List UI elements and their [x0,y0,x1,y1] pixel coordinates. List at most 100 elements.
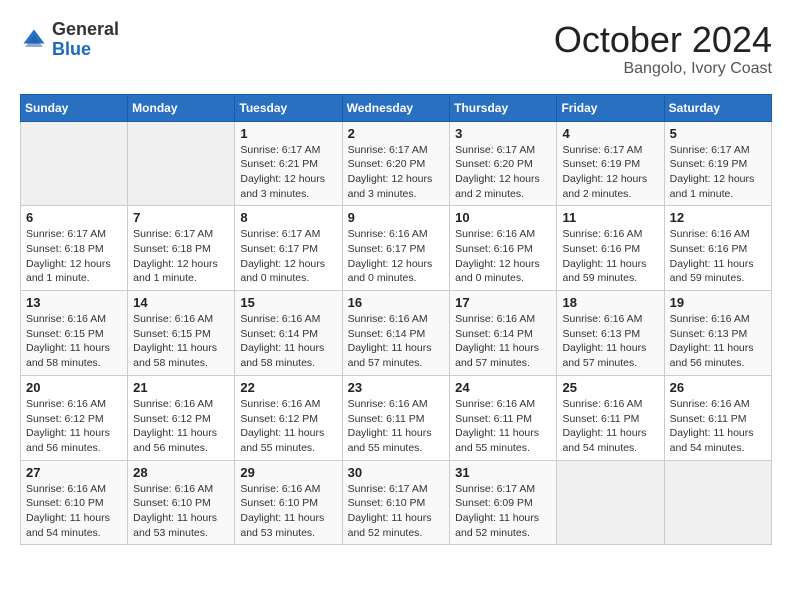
calendar-cell: 11Sunrise: 6:16 AM Sunset: 6:16 PM Dayli… [557,206,664,291]
day-info: Sunrise: 6:16 AM Sunset: 6:12 PM Dayligh… [26,397,122,456]
day-number: 25 [562,380,658,395]
calendar-week-1: 1 Sunrise: 6:17 AM Sunset: 6:21 PM Daylig… [21,121,772,206]
day-info: Sunrise: 6:17 AM Sunset: 6:18 PM Dayligh… [133,227,229,286]
day-info: Sunrise: 6:16 AM Sunset: 6:15 PM Dayligh… [26,312,122,371]
day-number: 29 [240,465,336,480]
calendar-header-thursday: Thursday [450,94,557,121]
day-number: 5 [670,126,766,141]
day-info: Sunrise: 6:17 AM Sunset: 6:09 PM Dayligh… [455,482,551,541]
logo-text: General Blue [52,20,119,60]
day-number: 4 [562,126,658,141]
day-info: Sunrise: 6:16 AM Sunset: 6:17 PM Dayligh… [348,227,445,286]
calendar-cell: 2 Sunrise: 6:17 AM Sunset: 6:20 PM Daylig… [342,121,450,206]
day-info: Sunrise: 6:16 AM Sunset: 6:11 PM Dayligh… [348,397,445,456]
calendar-cell: 26 Sunrise: 6:16 AM Sunset: 6:11 PM Dayli… [664,375,771,460]
calendar-cell [557,460,664,545]
day-number: 19 [670,295,766,310]
calendar-cell: 16Sunrise: 6:16 AM Sunset: 6:14 PM Dayli… [342,291,450,376]
calendar-header-monday: Monday [128,94,235,121]
calendar-cell: 14 Sunrise: 6:16 AM Sunset: 6:15 PM Dayli… [128,291,235,376]
calendar-week-5: 27Sunrise: 6:16 AM Sunset: 6:10 PM Dayli… [21,460,772,545]
calendar-header-saturday: Saturday [664,94,771,121]
day-info: Sunrise: 6:16 AM Sunset: 6:11 PM Dayligh… [670,397,766,456]
day-number: 26 [670,380,766,395]
calendar-cell: 18Sunrise: 6:16 AM Sunset: 6:13 PM Dayli… [557,291,664,376]
day-info: Sunrise: 6:17 AM Sunset: 6:19 PM Dayligh… [670,143,766,202]
calendar-header-sunday: Sunday [21,94,128,121]
day-number: 20 [26,380,122,395]
calendar-header-wednesday: Wednesday [342,94,450,121]
calendar-cell: 5 Sunrise: 6:17 AM Sunset: 6:19 PM Daylig… [664,121,771,206]
calendar-week-2: 6 Sunrise: 6:17 AM Sunset: 6:18 PM Daylig… [21,206,772,291]
month-year: October 2024 [554,20,772,60]
calendar-cell: 6 Sunrise: 6:17 AM Sunset: 6:18 PM Daylig… [21,206,128,291]
calendar-cell: 1 Sunrise: 6:17 AM Sunset: 6:21 PM Daylig… [235,121,342,206]
calendar-table: SundayMondayTuesdayWednesdayThursdayFrid… [20,94,772,546]
day-info: Sunrise: 6:16 AM Sunset: 6:14 PM Dayligh… [348,312,445,371]
calendar-cell: 7 Sunrise: 6:17 AM Sunset: 6:18 PM Daylig… [128,206,235,291]
calendar-cell: 21Sunrise: 6:16 AM Sunset: 6:12 PM Dayli… [128,375,235,460]
calendar-cell: 31 Sunrise: 6:17 AM Sunset: 6:09 PM Dayli… [450,460,557,545]
day-number: 21 [133,380,229,395]
day-info: Sunrise: 6:16 AM Sunset: 6:11 PM Dayligh… [455,397,551,456]
calendar-cell: 28Sunrise: 6:16 AM Sunset: 6:10 PM Dayli… [128,460,235,545]
page-header: General Blue October 2024 Bangolo, Ivory… [20,20,772,78]
day-info: Sunrise: 6:17 AM Sunset: 6:21 PM Dayligh… [240,143,336,202]
day-info: Sunrise: 6:17 AM Sunset: 6:10 PM Dayligh… [348,482,445,541]
calendar-cell: 25Sunrise: 6:16 AM Sunset: 6:11 PM Dayli… [557,375,664,460]
day-number: 30 [348,465,445,480]
calendar-cell: 9 Sunrise: 6:16 AM Sunset: 6:17 PM Daylig… [342,206,450,291]
day-info: Sunrise: 6:16 AM Sunset: 6:10 PM Dayligh… [133,482,229,541]
calendar-cell: 30 Sunrise: 6:17 AM Sunset: 6:10 PM Dayli… [342,460,450,545]
calendar-cell: 23 Sunrise: 6:16 AM Sunset: 6:11 PM Dayli… [342,375,450,460]
day-number: 31 [455,465,551,480]
day-info: Sunrise: 6:16 AM Sunset: 6:10 PM Dayligh… [240,482,336,541]
day-number: 14 [133,295,229,310]
calendar-header-row: SundayMondayTuesdayWednesdayThursdayFrid… [21,94,772,121]
title-block: October 2024 Bangolo, Ivory Coast [554,20,772,78]
day-info: Sunrise: 6:16 AM Sunset: 6:15 PM Dayligh… [133,312,229,371]
calendar-cell: 20 Sunrise: 6:16 AM Sunset: 6:12 PM Dayli… [21,375,128,460]
calendar-week-3: 13 Sunrise: 6:16 AM Sunset: 6:15 PM Dayli… [21,291,772,376]
calendar-cell: 29 Sunrise: 6:16 AM Sunset: 6:10 PM Dayli… [235,460,342,545]
calendar-cell: 10 Sunrise: 6:16 AM Sunset: 6:16 PM Dayli… [450,206,557,291]
day-number: 23 [348,380,445,395]
day-info: Sunrise: 6:17 AM Sunset: 6:20 PM Dayligh… [455,143,551,202]
day-number: 6 [26,210,122,225]
calendar-header-tuesday: Tuesday [235,94,342,121]
calendar-cell: 22 Sunrise: 6:16 AM Sunset: 6:12 PM Dayli… [235,375,342,460]
day-number: 15 [240,295,336,310]
calendar-cell [128,121,235,206]
day-info: Sunrise: 6:17 AM Sunset: 6:19 PM Dayligh… [562,143,658,202]
calendar-cell: 13 Sunrise: 6:16 AM Sunset: 6:15 PM Dayli… [21,291,128,376]
calendar-cell [21,121,128,206]
logo: General Blue [20,20,119,60]
calendar-cell: 15 Sunrise: 6:16 AM Sunset: 6:14 PM Dayli… [235,291,342,376]
calendar-cell: 17Sunrise: 6:16 AM Sunset: 6:14 PM Dayli… [450,291,557,376]
day-number: 2 [348,126,445,141]
calendar-cell: 19 Sunrise: 6:16 AM Sunset: 6:13 PM Dayli… [664,291,771,376]
day-info: Sunrise: 6:16 AM Sunset: 6:16 PM Dayligh… [562,227,658,286]
day-info: Sunrise: 6:16 AM Sunset: 6:16 PM Dayligh… [455,227,551,286]
calendar-cell: 27Sunrise: 6:16 AM Sunset: 6:10 PM Dayli… [21,460,128,545]
calendar-cell: 8 Sunrise: 6:17 AM Sunset: 6:17 PM Daylig… [235,206,342,291]
day-number: 9 [348,210,445,225]
day-info: Sunrise: 6:16 AM Sunset: 6:12 PM Dayligh… [240,397,336,456]
day-info: Sunrise: 6:16 AM Sunset: 6:13 PM Dayligh… [670,312,766,371]
day-info: Sunrise: 6:17 AM Sunset: 6:20 PM Dayligh… [348,143,445,202]
day-number: 12 [670,210,766,225]
calendar-cell [664,460,771,545]
day-info: Sunrise: 6:16 AM Sunset: 6:10 PM Dayligh… [26,482,122,541]
day-number: 13 [26,295,122,310]
day-number: 3 [455,126,551,141]
day-number: 8 [240,210,336,225]
day-number: 10 [455,210,551,225]
day-number: 1 [240,126,336,141]
logo-icon [20,26,48,54]
day-info: Sunrise: 6:16 AM Sunset: 6:14 PM Dayligh… [240,312,336,371]
day-number: 18 [562,295,658,310]
day-info: Sunrise: 6:17 AM Sunset: 6:18 PM Dayligh… [26,227,122,286]
day-info: Sunrise: 6:17 AM Sunset: 6:17 PM Dayligh… [240,227,336,286]
day-number: 7 [133,210,229,225]
day-number: 22 [240,380,336,395]
